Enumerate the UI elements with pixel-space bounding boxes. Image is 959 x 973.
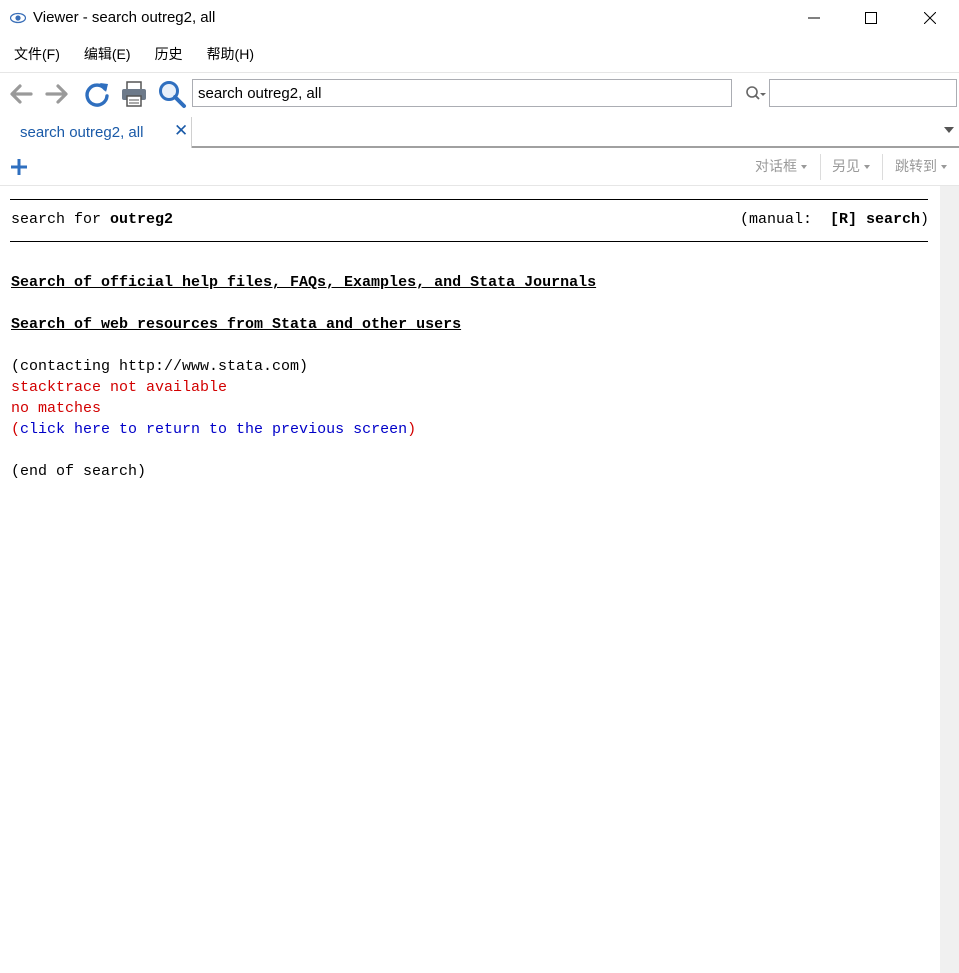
search-header: search for outreg2 — [11, 211, 173, 229]
print-icon[interactable] — [119, 79, 149, 109]
manual-prefix: (manual: — [740, 211, 831, 228]
tab-close-icon[interactable]: ✕ — [174, 122, 188, 140]
return-link[interactable]: click here to return to the previous scr… — [20, 421, 407, 438]
back-arrow-icon[interactable] — [6, 79, 36, 109]
plus-icon[interactable] — [10, 158, 28, 176]
no-matches-text: no matches — [11, 400, 102, 417]
section-web-link[interactable]: Search of web resources from Stata and o… — [11, 316, 461, 334]
window-title: Viewer - search outreg2, all — [33, 9, 216, 26]
dialog-dropdown[interactable]: 对话框 — [755, 148, 807, 185]
return-line: (click here to return to the previous sc… — [11, 421, 416, 439]
close-button[interactable] — [907, 0, 953, 36]
find-icon[interactable] — [745, 85, 767, 103]
forward-arrow-icon[interactable] — [42, 79, 72, 109]
menu-edit[interactable]: 编辑(E) — [72, 40, 143, 68]
toolbar — [0, 72, 959, 116]
viewer-subbar: 对话框 另见 跳转到 — [0, 148, 959, 186]
menu-bar: 文件(F) 编辑(E) 历史 帮助(H) — [0, 40, 266, 68]
menu-help[interactable]: 帮助(H) — [195, 40, 266, 68]
manual-reference: (manual: [R] search) — [740, 211, 929, 229]
menu-history[interactable]: 历史 — [143, 40, 195, 68]
search-icon[interactable] — [157, 79, 187, 109]
also-see-dropdown[interactable]: 另见 — [832, 148, 870, 185]
paren-open: ( — [11, 421, 21, 438]
dialog-label: 对话框 — [755, 158, 797, 174]
maximize-icon — [865, 12, 877, 24]
viewer-content: search for outreg2 (manual: [R] search) … — [0, 186, 940, 973]
chevron-down-icon — [801, 165, 807, 170]
manual-link[interactable]: [R] search — [830, 211, 920, 228]
manual-suffix: ) — [920, 211, 930, 228]
paren-close: ) — [407, 421, 417, 438]
minimize-button[interactable] — [791, 0, 837, 36]
search-input[interactable] — [192, 79, 732, 107]
vertical-scrollbar[interactable] — [940, 186, 959, 973]
separator — [882, 154, 883, 180]
minimize-icon — [808, 17, 820, 19]
contacting-text: (contacting http://www.stata.com) — [11, 358, 309, 375]
chevron-down-icon — [864, 165, 870, 170]
section-official-link[interactable]: Search of official help files, FAQs, Exa… — [11, 274, 596, 292]
menu-file[interactable]: 文件(F) — [0, 40, 72, 68]
error-stacktrace: stacktrace not available — [11, 379, 228, 396]
eye-icon — [10, 12, 26, 24]
separator — [820, 154, 821, 180]
also-see-label: 另见 — [832, 158, 860, 174]
find-input[interactable] — [769, 79, 957, 107]
tab-list-dropdown-icon[interactable] — [944, 127, 954, 133]
tab-bar: search outreg2, all ✕ — [0, 115, 959, 148]
end-of-search-text: (end of search) — [11, 463, 147, 480]
search-term: outreg2 — [110, 211, 174, 228]
jump-to-label: 跳转到 — [895, 158, 937, 174]
divider — [10, 241, 928, 242]
title-bar: Viewer - search outreg2, all — [0, 0, 959, 36]
close-icon — [924, 12, 936, 24]
tab-search-outreg2[interactable]: search outreg2, all ✕ — [0, 117, 192, 148]
chevron-down-icon — [941, 165, 947, 170]
jump-to-dropdown[interactable]: 跳转到 — [895, 148, 947, 185]
tab-label: search outreg2, all — [20, 124, 144, 141]
divider — [10, 199, 928, 200]
header-prefix: search for — [11, 211, 111, 228]
refresh-icon[interactable] — [82, 79, 112, 109]
maximize-button[interactable] — [848, 0, 894, 36]
